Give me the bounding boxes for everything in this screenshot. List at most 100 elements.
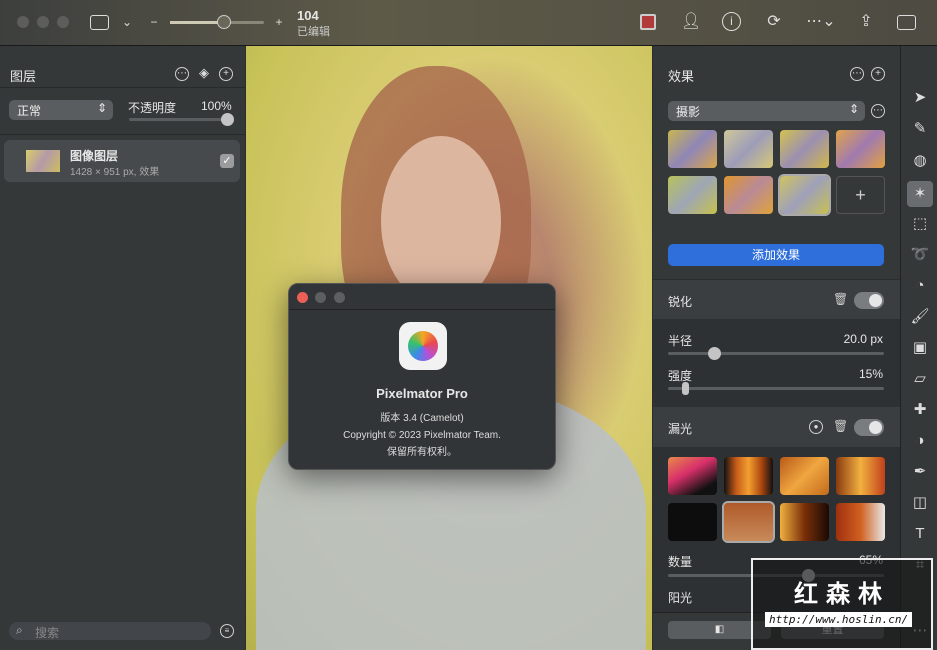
sharpen-title: 锐化: [668, 295, 693, 309]
blend-mode-select[interactable]: 正常 ⇕: [9, 100, 113, 120]
add-preset-button[interactable]: +: [836, 176, 885, 214]
opacity-slider[interactable]: [129, 113, 234, 126]
style-tool-icon[interactable]: ✎: [910, 119, 930, 139]
dialog-close-button[interactable]: [297, 292, 308, 303]
leak-thumbnail[interactable]: [668, 503, 717, 541]
add-effect-button[interactable]: 添加效果: [668, 244, 884, 266]
chevron-down-icon[interactable]: ⌄: [117, 12, 137, 32]
color-swatch-icon[interactable]: [640, 14, 656, 30]
layers-icon[interactable]: ◈: [197, 66, 211, 81]
layer-details: 1428 × 951 px, 效果: [70, 167, 160, 178]
effects-title: 效果: [668, 69, 695, 84]
leak-thumbnail[interactable]: [836, 457, 885, 495]
leak-thumbnail[interactable]: [668, 457, 717, 495]
eraser-tool-icon[interactable]: ▱: [910, 369, 930, 389]
preset-thumbnail-selected[interactable]: [778, 174, 831, 216]
layer-visibility-checkbox[interactable]: ✓: [220, 154, 234, 168]
zoom-out-button[interactable]: −: [144, 12, 164, 32]
rotate-icon[interactable]: ⟳: [764, 12, 784, 32]
preset-thumbnail[interactable]: [780, 130, 829, 168]
app-icon: [399, 322, 447, 370]
leak-thumbnail[interactable]: [724, 457, 773, 495]
add-layer-icon[interactable]: +: [219, 67, 233, 81]
layers-panel: 图层 ⋯ ◈ + 正常 ⇕ 不透明度 100% 图像图层 1428 × 951 p…: [0, 46, 245, 650]
light-leak-toggle[interactable]: [854, 419, 884, 436]
category-value: 摄影: [676, 105, 701, 119]
more-icon[interactable]: ⋯: [175, 67, 189, 81]
leak-thumbnail[interactable]: [780, 503, 829, 541]
amount-label: 数量: [668, 555, 693, 569]
sharpen-controls: 半径 20.0 px 强度 15%: [653, 319, 900, 407]
preset-thumbnail[interactable]: [668, 130, 717, 168]
leak-thumbnail[interactable]: [836, 503, 885, 541]
rights: 保留所有权利。: [387, 447, 457, 458]
more-icon[interactable]: ⋯: [850, 67, 864, 81]
radius-slider[interactable]: [668, 347, 884, 360]
photo-face: [381, 136, 501, 306]
sunlight-label: 阳光: [668, 591, 693, 605]
copyright: Copyright © 2023 Pixelmator Team.: [343, 430, 501, 441]
selection-tool-icon[interactable]: ⬚: [910, 214, 930, 234]
blend-mode-value: 正常: [17, 104, 42, 118]
effect-category-select[interactable]: 摄影 ⇕: [668, 101, 865, 121]
clone-tool-icon[interactable]: ◑: [910, 431, 930, 451]
search-placeholder: 搜索: [35, 626, 60, 640]
layer-name: 图像图层: [70, 149, 119, 163]
preset-thumbnail[interactable]: [724, 176, 773, 214]
pen-tool-icon[interactable]: ✒: [910, 462, 930, 482]
leak-thumbnail-selected[interactable]: [722, 501, 775, 543]
lasso-tool-icon[interactable]: ➰: [910, 245, 930, 265]
layer-thumbnail: [26, 150, 60, 172]
leak-thumbnail[interactable]: [780, 457, 829, 495]
layer-search-input[interactable]: ⌕ 搜索: [9, 622, 211, 640]
text-tool-icon[interactable]: T: [910, 524, 930, 544]
repair-tool-icon[interactable]: ✚: [910, 400, 930, 420]
preset-thumbnail[interactable]: [668, 176, 717, 214]
intensity-label: 强度: [668, 369, 693, 383]
chevron-updown-icon: ⇕: [848, 102, 859, 116]
trash-icon[interactable]: 🗑︎: [833, 419, 848, 433]
layer-item[interactable]: 图像图层 1428 × 951 px, 效果 ✓: [4, 140, 240, 182]
trash-icon[interactable]: 🗑︎: [833, 292, 848, 306]
about-dialog: Pixelmator Pro 版本 3.4 (Camelot) Copyrigh…: [288, 283, 556, 470]
target-icon[interactable]: ●: [809, 420, 823, 434]
preset-thumbnail[interactable]: [836, 130, 885, 168]
app-version: 版本 3.4 (Camelot): [380, 413, 464, 424]
shape-tool-icon[interactable]: ◫: [910, 493, 930, 513]
info-icon[interactable]: i: [722, 12, 741, 31]
zoom-window-button[interactable]: [57, 16, 69, 28]
zoom-in-button[interactable]: +: [269, 12, 289, 32]
opacity-value: 100%: [201, 99, 232, 113]
zoom-value: 104: [297, 8, 319, 23]
color-adjust-icon[interactable]: ◍: [910, 151, 930, 171]
arrow-tool-icon[interactable]: ➤: [910, 88, 930, 108]
watermark-url: http://www.hoslin.cn/: [765, 612, 913, 627]
filter-icon[interactable]: ≡: [220, 624, 234, 638]
paint-bucket-icon[interactable]: ▣: [910, 338, 930, 358]
watermark: 红森林 http://www.hoslin.cn/: [751, 558, 933, 650]
dialog-minimize-button: [315, 292, 326, 303]
share-icon[interactable]: ⇪: [856, 12, 876, 32]
layers-title: 图层: [10, 69, 37, 84]
edit-status: 已编辑: [297, 26, 330, 38]
add-effect-icon[interactable]: +: [871, 67, 885, 81]
watermark-text: 红森林: [794, 581, 890, 608]
light-leak-title: 漏光: [668, 422, 693, 436]
brush-tool-icon[interactable]: 🖌︎: [910, 307, 930, 327]
close-window-button[interactable]: [17, 16, 29, 28]
person-icon[interactable]: 👤︎: [681, 12, 701, 32]
app-name: Pixelmator Pro: [376, 386, 468, 401]
more-menu-icon[interactable]: ⋯⌄: [806, 12, 836, 32]
effects-tool-icon[interactable]: ✶: [907, 181, 933, 207]
sharpen-header: 锐化 🗑︎: [653, 279, 900, 319]
intensity-slider[interactable]: [668, 382, 884, 395]
radius-label: 半径: [668, 334, 693, 348]
preset-thumbnail[interactable]: [724, 130, 773, 168]
magic-selection-icon[interactable]: ◔: [910, 276, 930, 296]
inspector-toggle-icon[interactable]: [897, 15, 916, 30]
sharpen-toggle[interactable]: [854, 292, 884, 309]
zoom-slider-knob[interactable]: [217, 15, 231, 29]
sidebar-toggle-icon[interactable]: [90, 15, 109, 30]
minimize-window-button[interactable]: [37, 16, 49, 28]
more-icon[interactable]: ⋯: [871, 104, 885, 118]
